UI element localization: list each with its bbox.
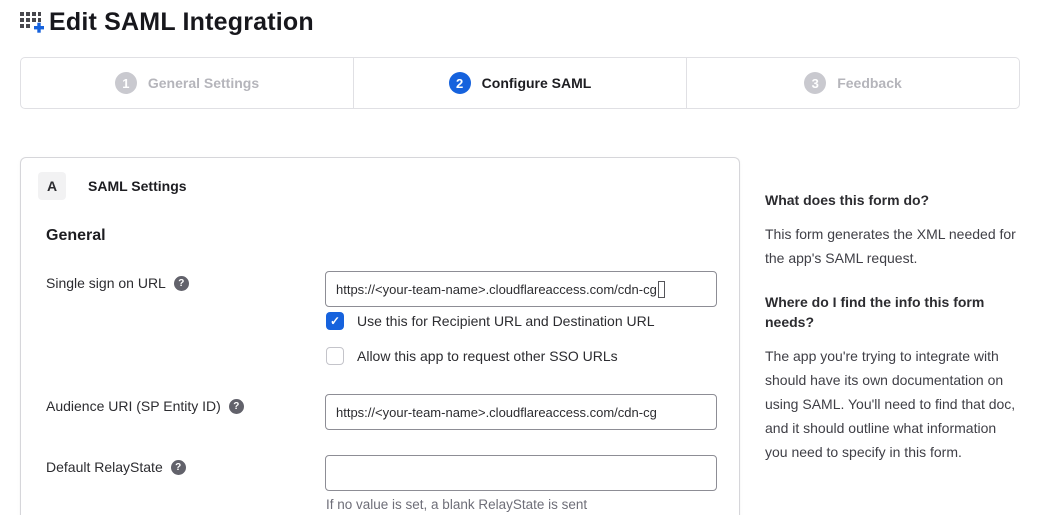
step-label: General Settings <box>148 75 259 91</box>
step-label: Configure SAML <box>482 75 592 91</box>
section-badge-a: A <box>38 172 66 200</box>
step-number-badge: 3 <box>804 72 826 94</box>
step-feedback[interactable]: 3 Feedback <box>687 58 1019 108</box>
relay-state-hint: If no value is set, a blank RelayState i… <box>326 497 587 512</box>
page-header: Edit SAML Integration <box>18 8 314 37</box>
checkbox-label: Allow this app to request other SSO URLs <box>357 348 618 364</box>
step-number-badge: 2 <box>449 72 471 94</box>
checkbox-unchecked-icon[interactable] <box>326 347 344 365</box>
sidebar-question-body: This form generates the XML needed for t… <box>765 222 1017 270</box>
audience-uri-label: Audience URI (SP Entity ID) ? <box>46 398 244 414</box>
saml-settings-panel: A SAML Settings General Single sign on U… <box>20 157 740 515</box>
other-sso-urls-checkbox-row[interactable]: Allow this app to request other SSO URLs <box>326 347 618 365</box>
sidebar-question-title: Where do I find the info this form needs… <box>765 292 1017 332</box>
wizard-stepper: 1 General Settings 2 Configure SAML 3 Fe… <box>20 57 1020 109</box>
section-title: SAML Settings <box>88 178 187 194</box>
sidebar-question-title: What does this form do? <box>765 190 1017 210</box>
audience-uri-input[interactable]: https://<your-team-name>.cloudflareacces… <box>325 394 717 430</box>
checkbox-label: Use this for Recipient URL and Destinati… <box>357 313 655 329</box>
relay-state-label: Default RelayState ? <box>46 459 186 475</box>
input-value: https://<your-team-name>.cloudflareacces… <box>336 405 657 420</box>
help-sidebar: What does this form do? This form genera… <box>765 190 1017 486</box>
field-label-text: Single sign on URL <box>46 275 166 291</box>
question-mark-icon[interactable]: ? <box>171 460 186 475</box>
page-title: Edit SAML Integration <box>49 8 314 37</box>
section-header: A SAML Settings <box>38 172 187 200</box>
sso-url-label: Single sign on URL ? <box>46 275 189 291</box>
group-title-general: General <box>46 227 106 245</box>
step-configure-saml[interactable]: 2 Configure SAML <box>354 58 687 108</box>
recipient-url-checkbox-row[interactable]: ✓ Use this for Recipient URL and Destina… <box>326 312 655 330</box>
step-general-settings[interactable]: 1 General Settings <box>21 58 354 108</box>
field-label-text: Default RelayState <box>46 459 163 475</box>
question-mark-icon[interactable]: ? <box>229 399 244 414</box>
field-label-text: Audience URI (SP Entity ID) <box>46 398 221 414</box>
app-grid-plus-icon <box>18 9 45 36</box>
sidebar-question-body: The app you're trying to integrate with … <box>765 344 1017 464</box>
step-label: Feedback <box>837 75 902 91</box>
sso-url-input[interactable]: https://<your-team-name>.cloudflareacces… <box>325 271 717 307</box>
relay-state-input[interactable] <box>325 455 717 491</box>
checkbox-checked-icon[interactable]: ✓ <box>326 312 344 330</box>
question-mark-icon[interactable]: ? <box>174 276 189 291</box>
step-number-badge: 1 <box>115 72 137 94</box>
text-cursor <box>658 281 665 298</box>
input-value: https://<your-team-name>.cloudflareacces… <box>336 282 657 297</box>
